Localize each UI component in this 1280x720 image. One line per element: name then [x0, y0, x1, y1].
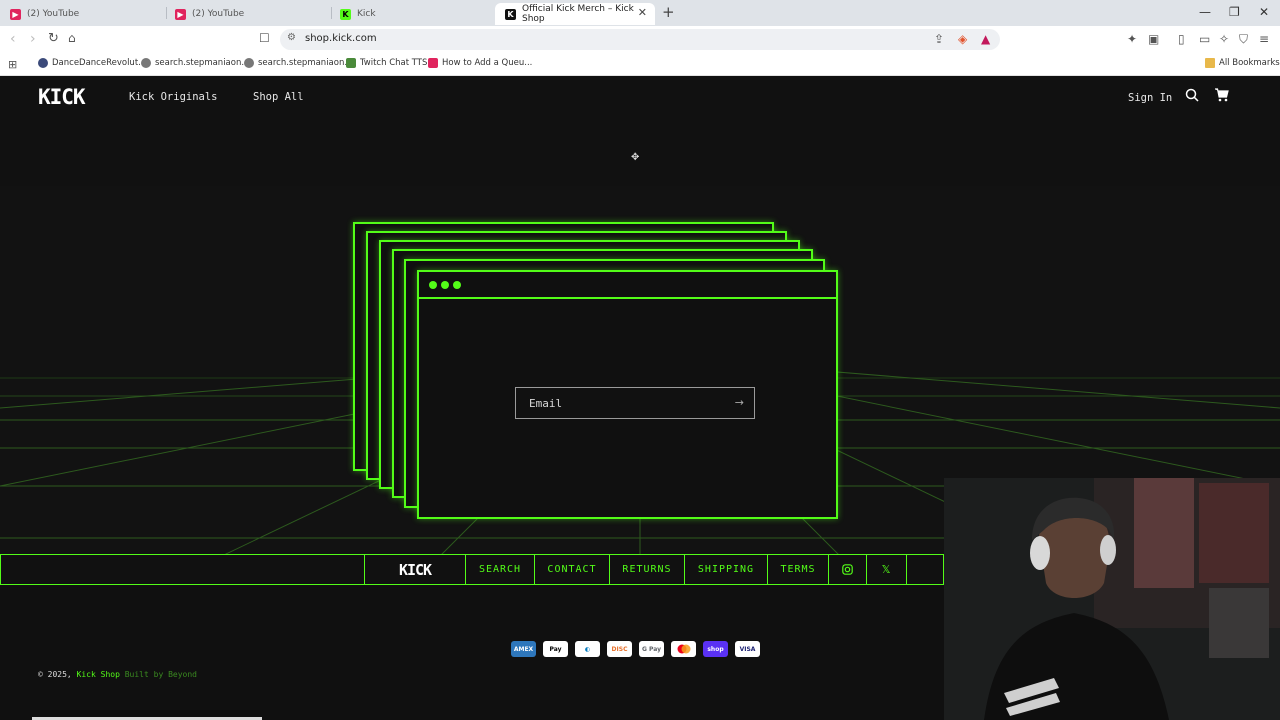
menu-icon[interactable]: ≡	[1259, 32, 1269, 46]
google-pay-icon: G Pay	[639, 641, 664, 657]
webcam-person-image	[944, 478, 1280, 720]
reload-icon[interactable]: ↻	[48, 31, 59, 46]
email-placeholder: Email	[529, 397, 563, 410]
bookmarks-bar: ⊞ DanceDanceRevolut... search.stepmaniao…	[0, 53, 1280, 76]
tab-kick[interactable]: K Kick	[330, 3, 494, 25]
tab-title: Official Kick Merch – Kick Shop	[522, 4, 634, 24]
restore-icon[interactable]: ❐	[1229, 5, 1240, 19]
address-bar[interactable]: ⚙ shop.kick.com	[280, 29, 1000, 50]
site-info-icon[interactable]: ⚙	[287, 32, 296, 43]
bookmark-item[interactable]: Twitch Chat TTS	[346, 58, 427, 68]
footer-spacer	[906, 555, 944, 584]
browser-toolbar: ‹ › ↻ ⌂ ☐ ⚙ shop.kick.com ⇪ ◈ ▲ ✦ ▣ ▯ ▭ …	[0, 26, 1280, 53]
tab-youtube-2[interactable]: ▶ (2) YouTube	[165, 3, 330, 25]
instagram-icon[interactable]	[828, 555, 866, 584]
cart-icon[interactable]	[1214, 88, 1229, 106]
minimize-icon[interactable]: —	[1199, 5, 1211, 19]
site-header: KICK Kick Originals Shop All Sign In ✥	[0, 76, 1280, 186]
youtube-icon: ▶	[175, 8, 186, 20]
all-bookmarks[interactable]: All Bookmarks	[1205, 58, 1280, 68]
home-icon[interactable]: ⌂	[68, 31, 76, 45]
amex-icon: AMEX	[511, 641, 536, 657]
footer-nav: KICK SEARCH CONTACT RETURNS SHIPPING TER…	[0, 554, 944, 585]
close-icon[interactable]: ✕	[638, 6, 647, 19]
sidebar-icon[interactable]: ▯	[1178, 32, 1185, 46]
all-bookmarks-label: All Bookmarks	[1219, 58, 1280, 68]
new-tab-button[interactable]: +	[662, 3, 675, 21]
newsletter-window: Email →	[417, 270, 838, 519]
footer-link-returns[interactable]: RETURNS	[609, 555, 684, 584]
bookmark-label: DanceDanceRevolut...	[52, 58, 147, 68]
shop-pay-icon: shop	[703, 641, 728, 657]
folder-icon	[1205, 58, 1215, 68]
kick-logo[interactable]: KICK	[38, 85, 86, 109]
footer-link-search[interactable]: SEARCH	[465, 555, 534, 584]
tab-title: (2) YouTube	[27, 9, 80, 19]
mastercard-icon	[671, 641, 696, 657]
window-dot-icon	[429, 281, 437, 289]
back-icon[interactable]: ‹	[10, 31, 16, 47]
window-titlebar	[419, 272, 836, 299]
footer-link-terms[interactable]: TERMS	[767, 555, 828, 584]
vpn-icon[interactable]: ⛉	[1239, 32, 1248, 47]
tab-kick-shop[interactable]: K Official Kick Merch – Kick Shop ✕	[495, 3, 655, 25]
tab-title: (2) YouTube	[192, 9, 245, 19]
kick-icon: K	[340, 8, 351, 20]
footer-logo-cell[interactable]: KICK	[364, 555, 465, 584]
leo-ai-icon[interactable]: ✧	[1219, 32, 1229, 46]
visa-icon: VISA	[735, 641, 760, 657]
x-twitter-icon[interactable]: 𝕏	[866, 555, 906, 584]
diners-club-icon: ◐	[575, 641, 600, 657]
brave-rewards-icon[interactable]: ▲	[981, 32, 990, 46]
extensions-icon[interactable]: ✦	[1127, 32, 1137, 46]
search-icon[interactable]	[1185, 88, 1199, 106]
footer-link-shipping[interactable]: SHIPPING	[684, 555, 767, 584]
bookmark-item[interactable]: DanceDanceRevolut...	[38, 58, 146, 68]
share-icon[interactable]: ⇪	[934, 32, 944, 46]
submit-arrow-icon[interactable]: →	[735, 396, 744, 409]
bookmark-item[interactable]: How to Add a Queu...	[428, 58, 532, 68]
bookmark-label: search.stepmaniaon...	[155, 58, 250, 68]
tab-youtube-1[interactable]: ▶ (2) YouTube	[0, 3, 165, 25]
youtube-icon: ▶	[10, 8, 21, 20]
bookmark-label: Twitch Chat TTS	[360, 58, 428, 68]
sign-in-link[interactable]: Sign In	[1128, 92, 1172, 104]
wallet-icon[interactable]: ▭	[1199, 32, 1210, 46]
url-text: shop.kick.com	[305, 33, 377, 44]
nav-shop-all[interactable]: Shop All	[253, 91, 304, 103]
forward-icon[interactable]: ›	[30, 31, 36, 47]
window-dot-icon	[441, 281, 449, 289]
bookmark-item[interactable]: search.stepmaniaon...	[141, 58, 249, 68]
built-by-link[interactable]: Built by Beyond	[125, 670, 197, 679]
brave-shield-icon[interactable]: ◈	[958, 32, 967, 46]
copyright-store-link[interactable]: Kick Shop	[77, 670, 120, 679]
apps-icon[interactable]: ⊞	[8, 58, 17, 71]
footer-kick-logo: KICK	[398, 560, 432, 579]
mouse-cursor-icon: ✥	[631, 152, 640, 163]
youtube-icon	[428, 58, 438, 68]
close-window-icon[interactable]: ✕	[1259, 5, 1269, 19]
globe-icon	[244, 58, 254, 68]
email-field[interactable]: Email →	[515, 387, 755, 419]
apple-pay-icon: Pay	[543, 641, 568, 657]
footer-link-contact[interactable]: CONTACT	[534, 555, 609, 584]
kick-icon: K	[505, 8, 516, 20]
bookmark-icon[interactable]: ☐	[259, 31, 270, 45]
globe-icon	[38, 58, 48, 68]
copyright: © 2025, Kick Shop Built by Beyond	[38, 670, 197, 679]
window-dot-icon	[453, 281, 461, 289]
nav-kick-originals[interactable]: Kick Originals	[129, 91, 218, 103]
webcam-overlay	[944, 478, 1280, 720]
browser-tab-bar: ▶ (2) YouTube ▶ (2) YouTube K Kick K Off…	[0, 0, 1280, 26]
tab-search-icon[interactable]: ▣	[1148, 32, 1159, 46]
bookmark-item[interactable]: search.stepmaniaon...	[244, 58, 352, 68]
chat-icon	[346, 58, 356, 68]
discover-icon: DISC	[607, 641, 632, 657]
tab-title: Kick	[357, 9, 376, 19]
bookmark-label: How to Add a Queu...	[442, 58, 533, 68]
globe-icon	[141, 58, 151, 68]
bookmark-label: search.stepmaniaon...	[258, 58, 353, 68]
copyright-prefix: © 2025,	[38, 670, 72, 679]
